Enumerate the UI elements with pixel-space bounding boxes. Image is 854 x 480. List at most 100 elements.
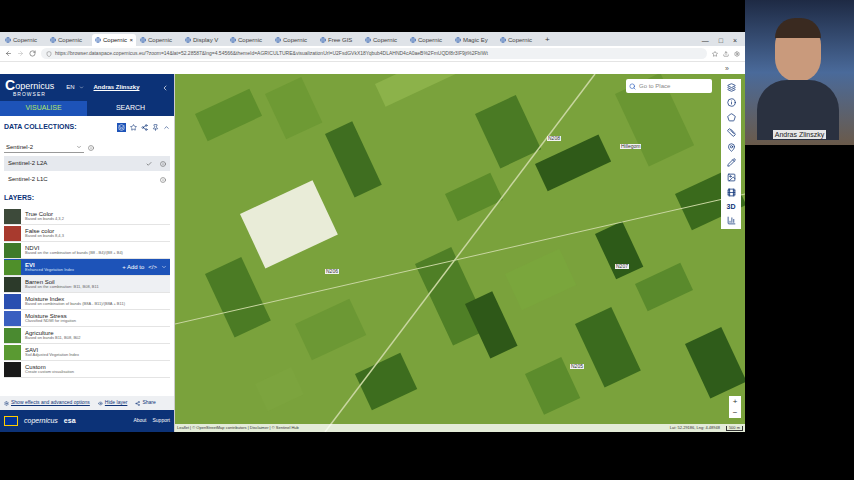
layers-icon[interactable]	[727, 83, 736, 92]
info-icon[interactable]	[88, 145, 94, 151]
url: https://browser.dataspace.copernicus.eu/…	[55, 51, 488, 56]
layer-item[interactable]: SAVISoil Adjusted Vegetation Index	[4, 344, 170, 361]
layer-item[interactable]: Barren SoilBased on the combination: B11…	[4, 276, 170, 293]
footer-link[interactable]: About	[133, 417, 146, 425]
zoom-button[interactable]: +	[733, 396, 738, 407]
reload-icon[interactable]	[29, 50, 36, 57]
browser-tab[interactable]: Copernic	[227, 34, 271, 46]
collection-item[interactable]: Sentinel-2 L2A	[4, 156, 170, 171]
layers-icon[interactable]	[117, 123, 126, 132]
add-to-button[interactable]: + Add to	[122, 263, 144, 272]
aoi-icon[interactable]	[727, 113, 736, 122]
panel-tab[interactable]: VISUALISE	[0, 101, 87, 116]
layer-description: Create custom visualisation	[25, 370, 74, 374]
info-icon[interactable]	[160, 177, 166, 183]
tab-close[interactable]: ×	[129, 37, 133, 43]
favicon-icon	[5, 37, 11, 43]
back-icon[interactable]	[5, 50, 12, 57]
expand-icon[interactable]	[161, 264, 167, 270]
info-icon[interactable]	[160, 161, 166, 167]
window-control[interactable]: □	[719, 37, 723, 44]
top-letterbox	[0, 0, 745, 32]
info-icon[interactable]	[727, 98, 736, 107]
bookmarks-overflow[interactable]: »	[725, 65, 729, 72]
histogram-icon[interactable]	[727, 216, 736, 225]
share-link[interactable]: Share	[142, 399, 155, 407]
compare-icon[interactable]	[141, 124, 148, 131]
layer-description: Based on bands 8,4,3	[25, 234, 64, 238]
map[interactable]: HillegomN208N206N205N207Go to Place3D+−L…	[175, 74, 745, 432]
3d-button[interactable]: 3D	[727, 203, 736, 210]
zoom-button[interactable]: −	[733, 407, 738, 418]
screen: CopernicCopernicCopernic×CopernicDisplay…	[0, 0, 854, 480]
menu-icon[interactable]	[734, 51, 740, 57]
layer-item[interactable]: CustomCreate custom visualisation	[4, 361, 170, 378]
layer-description: Based on combination of bands (B8A - B11…	[25, 302, 125, 306]
browser-tab[interactable]: Copernic	[47, 34, 91, 46]
layer-item[interactable]: True ColorBased on bands 4,3,2	[4, 208, 170, 225]
favicon-icon	[275, 37, 281, 43]
layer-description: Based on bands 4,3,2	[25, 217, 64, 221]
layer-item[interactable]: Moisture StressClassified NDMI for irrig…	[4, 310, 170, 327]
satellite-fields	[175, 74, 745, 432]
hide-layer-link[interactable]: Hide layer	[105, 399, 128, 407]
browser-tab[interactable]: Copernic	[2, 34, 46, 46]
layer-item[interactable]: NDVIBased on the combination of bands (B…	[4, 242, 170, 259]
bookmark-icon[interactable]	[712, 51, 718, 57]
language[interactable]: EN	[66, 83, 74, 92]
window-control[interactable]: —	[702, 37, 709, 44]
favicon-icon	[365, 37, 371, 43]
address-field[interactable]: https://browser.dataspace.copernicus.eu/…	[41, 48, 707, 59]
go-to-place-search[interactable]: Go to Place	[626, 79, 712, 93]
new-tab-button[interactable]: +	[542, 36, 553, 46]
panel-tab[interactable]: SEARCH	[87, 101, 174, 116]
browser-tab[interactable]: Copernic	[362, 34, 406, 46]
layer-item[interactable]: Moisture IndexBased on combination of ba…	[4, 293, 170, 310]
collapse-icon[interactable]	[163, 124, 170, 131]
layer-item[interactable]: AgricultureBased on bands B11, B08, B02	[4, 327, 170, 344]
pin-icon[interactable]	[152, 124, 159, 131]
layer-thumbnail	[4, 362, 21, 377]
favicon-icon	[455, 37, 461, 43]
tab-label: Copernic	[418, 37, 442, 43]
user-name[interactable]: Andras Zlinszky	[94, 83, 140, 92]
layer-actions: + Add to </>	[122, 263, 170, 272]
measure-icon[interactable]	[727, 128, 736, 137]
effects-link[interactable]: Show effects and advanced options	[11, 399, 90, 407]
draw-icon[interactable]	[727, 158, 736, 167]
share-icon[interactable]	[723, 51, 729, 57]
browser-tab[interactable]: Copernic	[137, 34, 181, 46]
star-icon[interactable]	[130, 124, 137, 131]
window-control[interactable]: ×	[733, 37, 737, 44]
layer-thumbnail	[4, 209, 21, 224]
browser-tab[interactable]: Copernic×	[92, 34, 136, 46]
webcam-name: Andras Zlinszky	[773, 130, 826, 139]
browser-tab[interactable]: Copernic	[407, 34, 451, 46]
collapse-icon[interactable]	[161, 84, 169, 92]
collection-dropdown[interactable]: Sentinel-2	[4, 142, 84, 153]
browser-tab[interactable]: Magic Ey	[452, 34, 496, 46]
bottom-letterbox	[0, 432, 745, 480]
forward-icon[interactable]	[17, 50, 24, 57]
layer-item[interactable]: False colorBased on bands 8,4,3	[4, 225, 170, 242]
webcam-feed: Andras Zlinszky	[745, 0, 854, 145]
browser-tab[interactable]: Display V	[182, 34, 226, 46]
layer-item[interactable]: EVIEnhanced Vegetation Index+ Add to</>	[4, 259, 170, 276]
poi-icon[interactable]	[727, 143, 736, 152]
footer-link[interactable]: Support	[152, 417, 170, 425]
browser-tab[interactable]: Copernic	[272, 34, 316, 46]
layer-description: Based on bands B11, B08, B02	[25, 336, 81, 340]
logo-sub: BROWSER	[5, 92, 54, 97]
logo-name: opernicus	[15, 82, 54, 92]
image-download-icon[interactable]	[727, 173, 736, 182]
browser-tab[interactable]: Copernic	[497, 34, 541, 46]
footer-logo: esa	[64, 416, 76, 427]
collection-item[interactable]: Sentinel-2 L1C	[4, 172, 170, 187]
tab-strip: CopernicCopernicCopernic×CopernicDisplay…	[0, 32, 745, 46]
search-icon	[629, 83, 636, 90]
browser-tab[interactable]: Free GIS	[317, 34, 361, 46]
timelapse-icon[interactable]	[727, 188, 736, 197]
code-button[interactable]: </>	[148, 263, 157, 272]
map-status-bar: Leaflet | © OpenStreetMap contributors |…	[175, 424, 745, 432]
window-controls: — □ ×	[702, 37, 743, 46]
